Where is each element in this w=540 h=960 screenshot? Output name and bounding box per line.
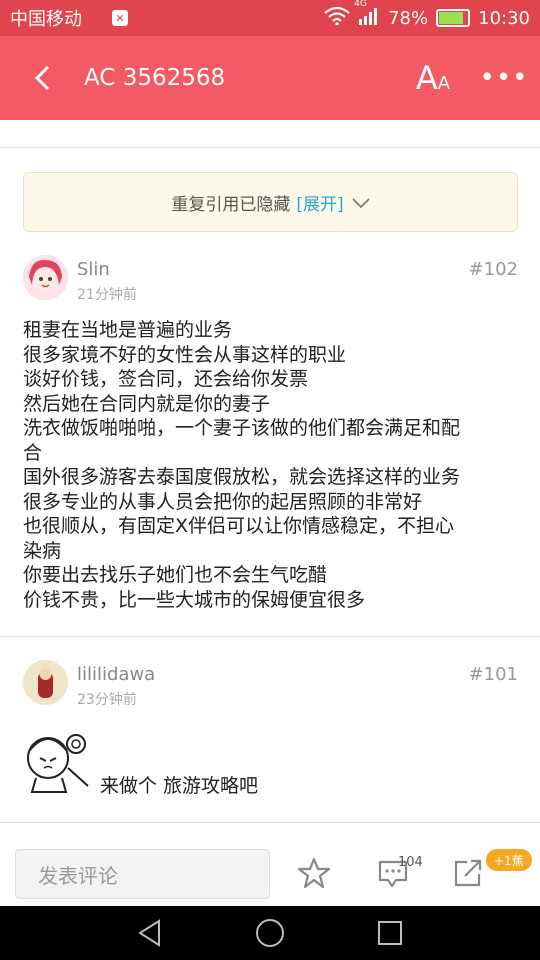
banana-coin-badge[interactable]: +1蕉 (486, 849, 532, 871)
favorite-button[interactable] (294, 853, 334, 893)
network-type-label: 4G (354, 0, 367, 9)
divider (0, 636, 540, 637)
battery-icon (436, 9, 471, 27)
signal-icon: 4G (354, 0, 380, 30)
back-button[interactable] (0, 36, 84, 120)
comment-time: 21分钟前 (77, 287, 137, 303)
circle-home-icon (256, 919, 284, 947)
comment-line: 然后她在合同内就是你的妻子 (23, 392, 271, 415)
font-size-button[interactable]: AA (410, 54, 456, 102)
back-arrow-icon (34, 65, 50, 91)
comment-line: 很多家境不好的女性会从事这样的职业 (23, 343, 347, 366)
hidden-notice-text: 重复引用已隐藏 (171, 194, 291, 215)
wifi-icon (324, 6, 350, 30)
comment-count: 104 (398, 855, 423, 870)
comment-line: 你要出去找乐子她们也不会生气吃醋 (23, 564, 328, 586)
triangle-back-icon (138, 919, 160, 947)
comment-line: 国外很多游客去泰国度假放松，就会选择这样的业务 (23, 466, 461, 488)
status-bar: 中国移动 ✕ 4G 78% 10:30 (0, 0, 540, 36)
avatar[interactable] (23, 660, 68, 705)
comment-username[interactable]: lililidawa (77, 664, 155, 685)
app-bar: AC 3562568 AA ••• (0, 36, 540, 120)
chevron-down-icon (352, 193, 370, 212)
notification-icon: ✕ (112, 10, 128, 26)
more-icon: ••• (479, 63, 529, 93)
star-icon (297, 857, 331, 889)
share-button[interactable] (448, 853, 488, 893)
comment-line: 租妻在当地是普遍的业务 (23, 319, 233, 341)
comment-body: 来做个 旅游攻略吧 (100, 775, 259, 797)
comment-time: 23分钟前 (77, 692, 137, 708)
comment-line: 洗衣做饭啪啪啪，一个妻子该做的他们都会满足和配 (23, 417, 461, 439)
comment-input[interactable]: 发表评论 (15, 849, 270, 899)
share-icon (454, 859, 482, 887)
nav-home-button[interactable] (250, 918, 290, 948)
expand-link[interactable]: [展开] (296, 190, 343, 215)
comment-line: 谈好价钱，签合同，还会给你发票 (23, 368, 309, 390)
comment-body: 租妻在当地是普遍的业务 很多家境不好的女性会从事这样的职业 谈好价钱，签合同，还… (23, 318, 513, 612)
clock: 10:30 (478, 7, 530, 29)
comment-line: 价钱不贵，比一些大城市的保姆便宜很多 (23, 588, 366, 611)
hidden-quote-notice[interactable]: 重复引用已隐藏 [展开] (23, 172, 518, 232)
nav-back-button[interactable] (130, 918, 170, 948)
divider (0, 147, 540, 148)
comment-line: 也很顺从，有固定X伴侣可以让你情感稳定，不担心 (23, 515, 455, 537)
square-recents-icon (378, 921, 402, 945)
comment-username[interactable]: Slin (77, 259, 110, 280)
system-nav-bar (0, 906, 540, 960)
more-button[interactable]: ••• (478, 54, 530, 102)
comment-floor: #101 (468, 664, 518, 685)
comment-floor: #102 (468, 259, 518, 280)
carrier-label: 中国移动 (10, 9, 82, 30)
nav-recents-button[interactable] (370, 918, 410, 948)
comment-line: 很多专业的从事人员会把你的起居照顾的非常好 (23, 490, 423, 513)
sticker-image (22, 728, 94, 796)
page-title: AC 3562568 (84, 65, 226, 91)
comment-line: 合 (23, 441, 43, 464)
battery-fill (439, 12, 463, 24)
comment-line: 染病 (23, 539, 62, 562)
font-size-icon: AA (415, 59, 451, 97)
status-right: 4G 78% 10:30 (324, 0, 530, 30)
battery-percent: 78% (388, 7, 429, 29)
avatar[interactable] (23, 255, 68, 300)
bottom-bar: 发表评论 104 +1蕉 (0, 822, 540, 906)
